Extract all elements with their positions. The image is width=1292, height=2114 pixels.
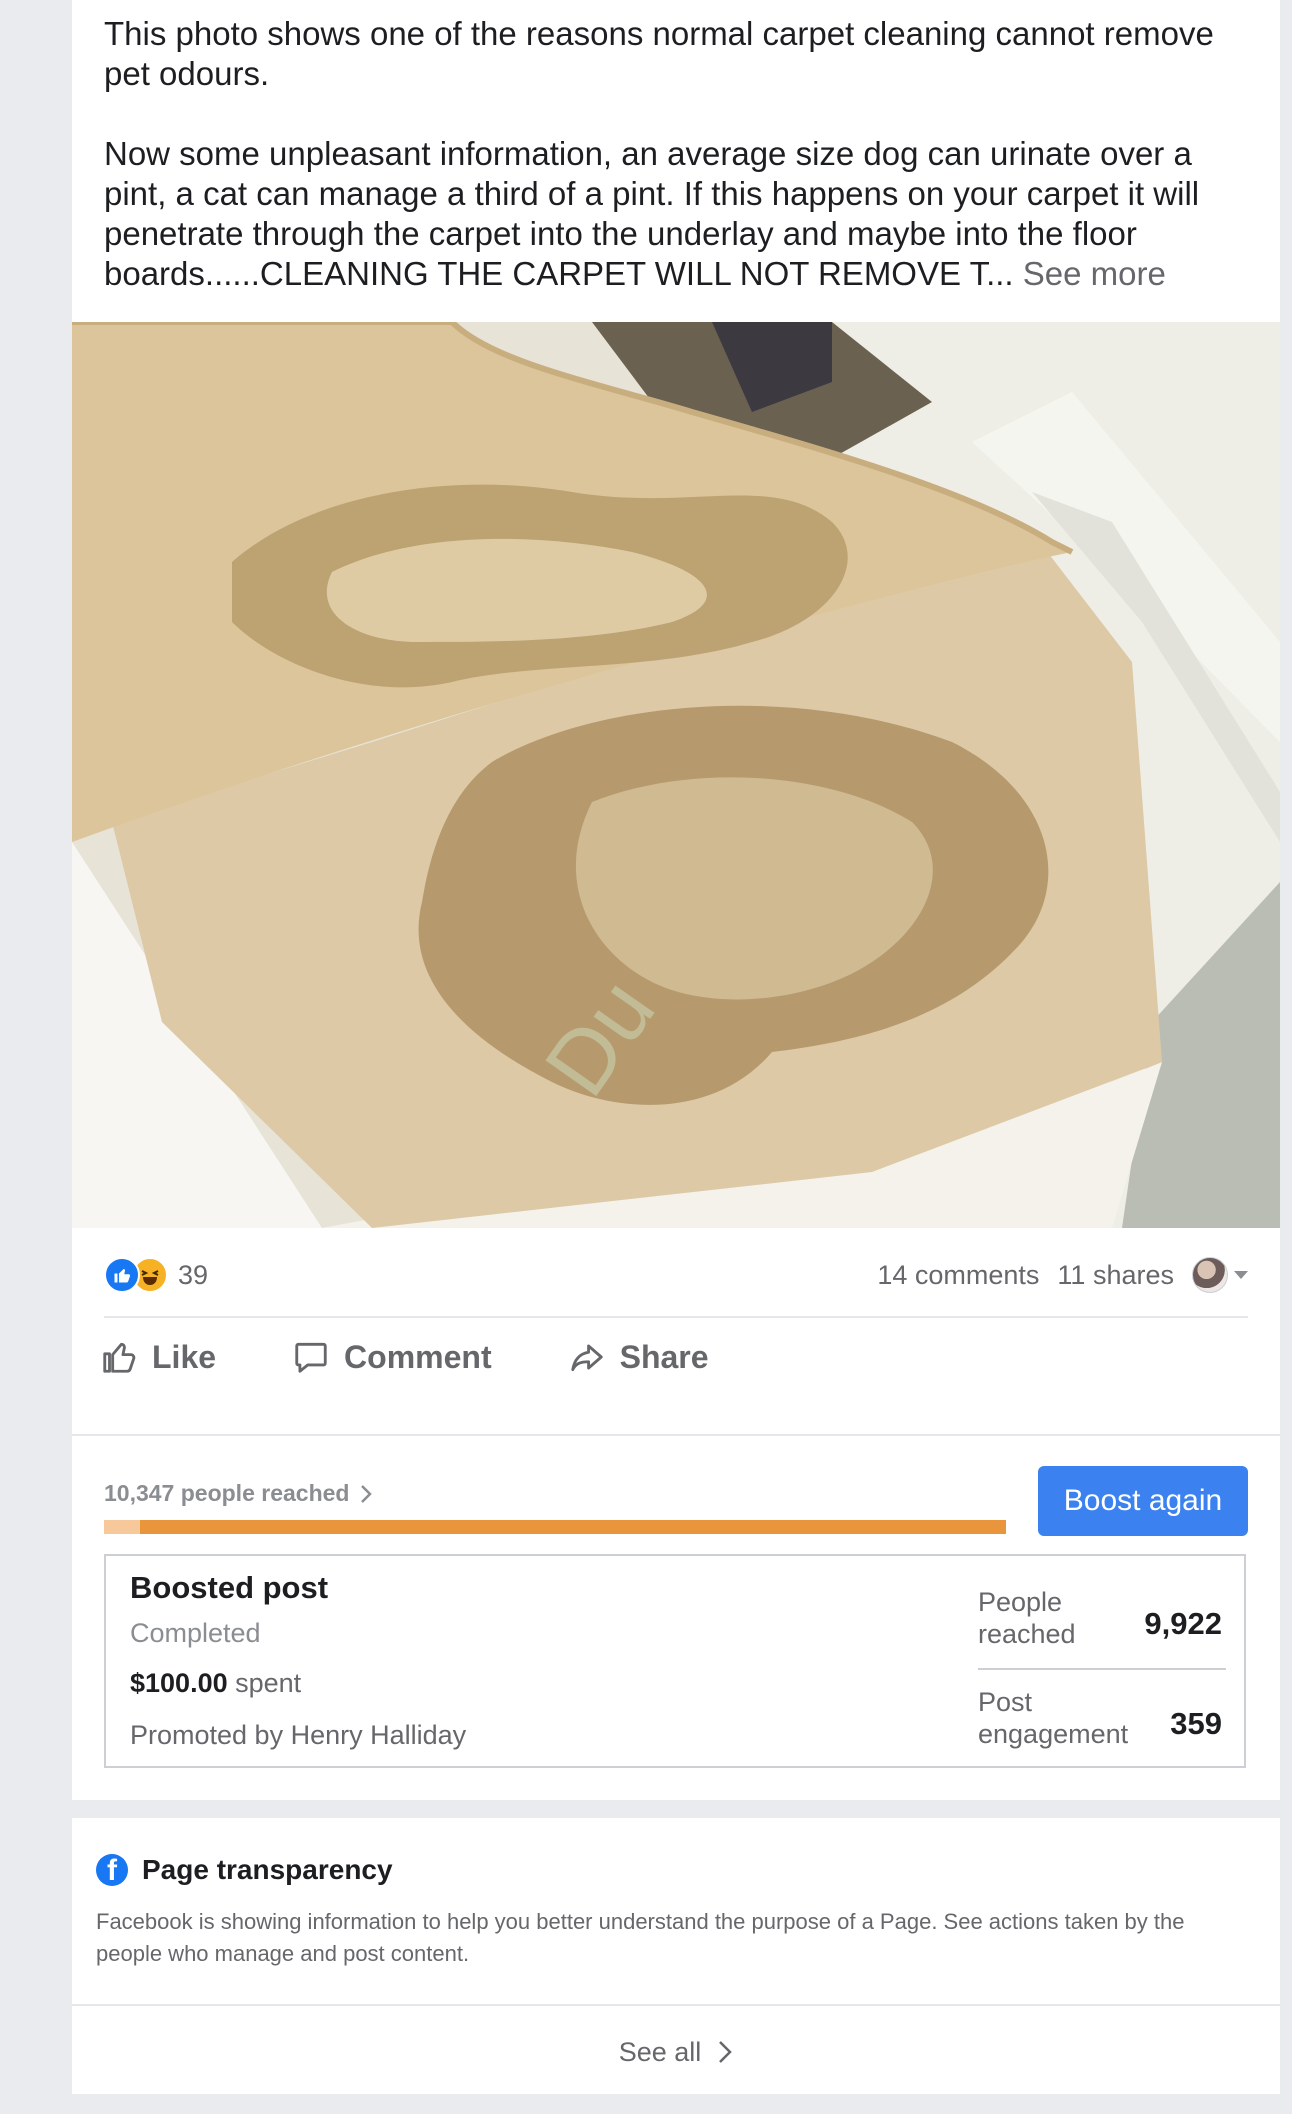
see-more-link[interactable]: See more <box>1023 255 1166 292</box>
dropdown-caret-icon[interactable] <box>1234 1271 1248 1279</box>
people-reached-text: 10,347 people reached <box>104 1480 350 1506</box>
comment-button[interactable]: Comment <box>292 1338 492 1376</box>
promoted-by: Promoted by Henry Halliday <box>130 1720 467 1750</box>
post-text-line1: This photo shows one of the reasons norm… <box>104 15 1214 92</box>
carpet-stain-image: Du <box>72 322 1280 1228</box>
page-transparency-description: Facebook is showing information to help … <box>96 1909 1185 1966</box>
section-divider <box>72 2004 1280 2006</box>
reaction-icons[interactable] <box>104 1257 168 1293</box>
share-label: Share <box>619 1338 709 1375</box>
see-all-button[interactable]: See all <box>72 2010 1280 2094</box>
share-button[interactable]: Share <box>568 1338 709 1376</box>
people-reached-link[interactable]: 10,347 people reached <box>104 1480 373 1507</box>
like-button[interactable]: Like <box>100 1338 216 1376</box>
reactions-row: 39 14 comments 11 shares <box>104 1250 1248 1300</box>
see-all-label: See all <box>618 2036 702 2067</box>
page-transparency-card: f Page transparency Facebook is showing … <box>72 1818 1280 2094</box>
page-transparency-header: f Page transparency <box>96 1854 393 1886</box>
boosted-post-summary[interactable]: Boosted post Completed $100.00 spent Pro… <box>104 1554 1246 1768</box>
thumbs-up-icon <box>103 1342 136 1373</box>
shares-count[interactable]: 11 shares <box>1057 1260 1174 1291</box>
divider <box>104 1316 1248 1318</box>
people-reached-value: 9,922 <box>1144 1606 1222 1641</box>
comments-count[interactable]: 14 comments <box>877 1260 1039 1291</box>
boosted-post-title: Boosted post <box>130 1570 329 1605</box>
share-arrow-icon <box>570 1344 603 1372</box>
comment-label: Comment <box>344 1338 492 1375</box>
section-divider <box>72 1434 1280 1436</box>
boost-amount: $100.00 <box>130 1668 228 1698</box>
post-actions: Like Comment Share <box>100 1322 785 1392</box>
reach-progress-bar <box>104 1520 1006 1534</box>
spent-label: spent <box>235 1668 302 1698</box>
like-label: Like <box>152 1338 217 1375</box>
facebook-logo-icon: f <box>96 1854 128 1886</box>
boost-again-button[interactable]: Boost again <box>1038 1466 1248 1536</box>
metric-divider <box>978 1668 1226 1670</box>
post-engagement-value: 359 <box>1170 1706 1222 1741</box>
page-transparency-title: Page transparency <box>142 1854 393 1885</box>
boost-status: Completed <box>130 1618 261 1648</box>
chevron-right-icon <box>719 2041 733 2063</box>
post-text: This photo shows one of the reasons norm… <box>104 14 1254 294</box>
comment-bubble-icon <box>295 1342 327 1373</box>
reaction-count[interactable]: 39 <box>178 1260 208 1291</box>
like-reaction-icon <box>104 1257 140 1293</box>
chevron-right-icon <box>361 1484 373 1503</box>
reach-progress-fill <box>104 1520 141 1534</box>
boost-spent: $100.00 spent <box>130 1668 301 1699</box>
post-engagement-label: Post engagement <box>978 1687 1129 1749</box>
people-reached-label: People reached <box>978 1587 1076 1649</box>
post-card: This photo shows one of the reasons norm… <box>72 0 1280 1800</box>
post-text-line2: Now some unpleasant information, an aver… <box>104 134 1254 294</box>
post-photo[interactable]: Du <box>72 322 1280 1228</box>
avatar[interactable] <box>1192 1257 1228 1293</box>
engagement-stats: 14 comments 11 shares <box>877 1257 1248 1293</box>
